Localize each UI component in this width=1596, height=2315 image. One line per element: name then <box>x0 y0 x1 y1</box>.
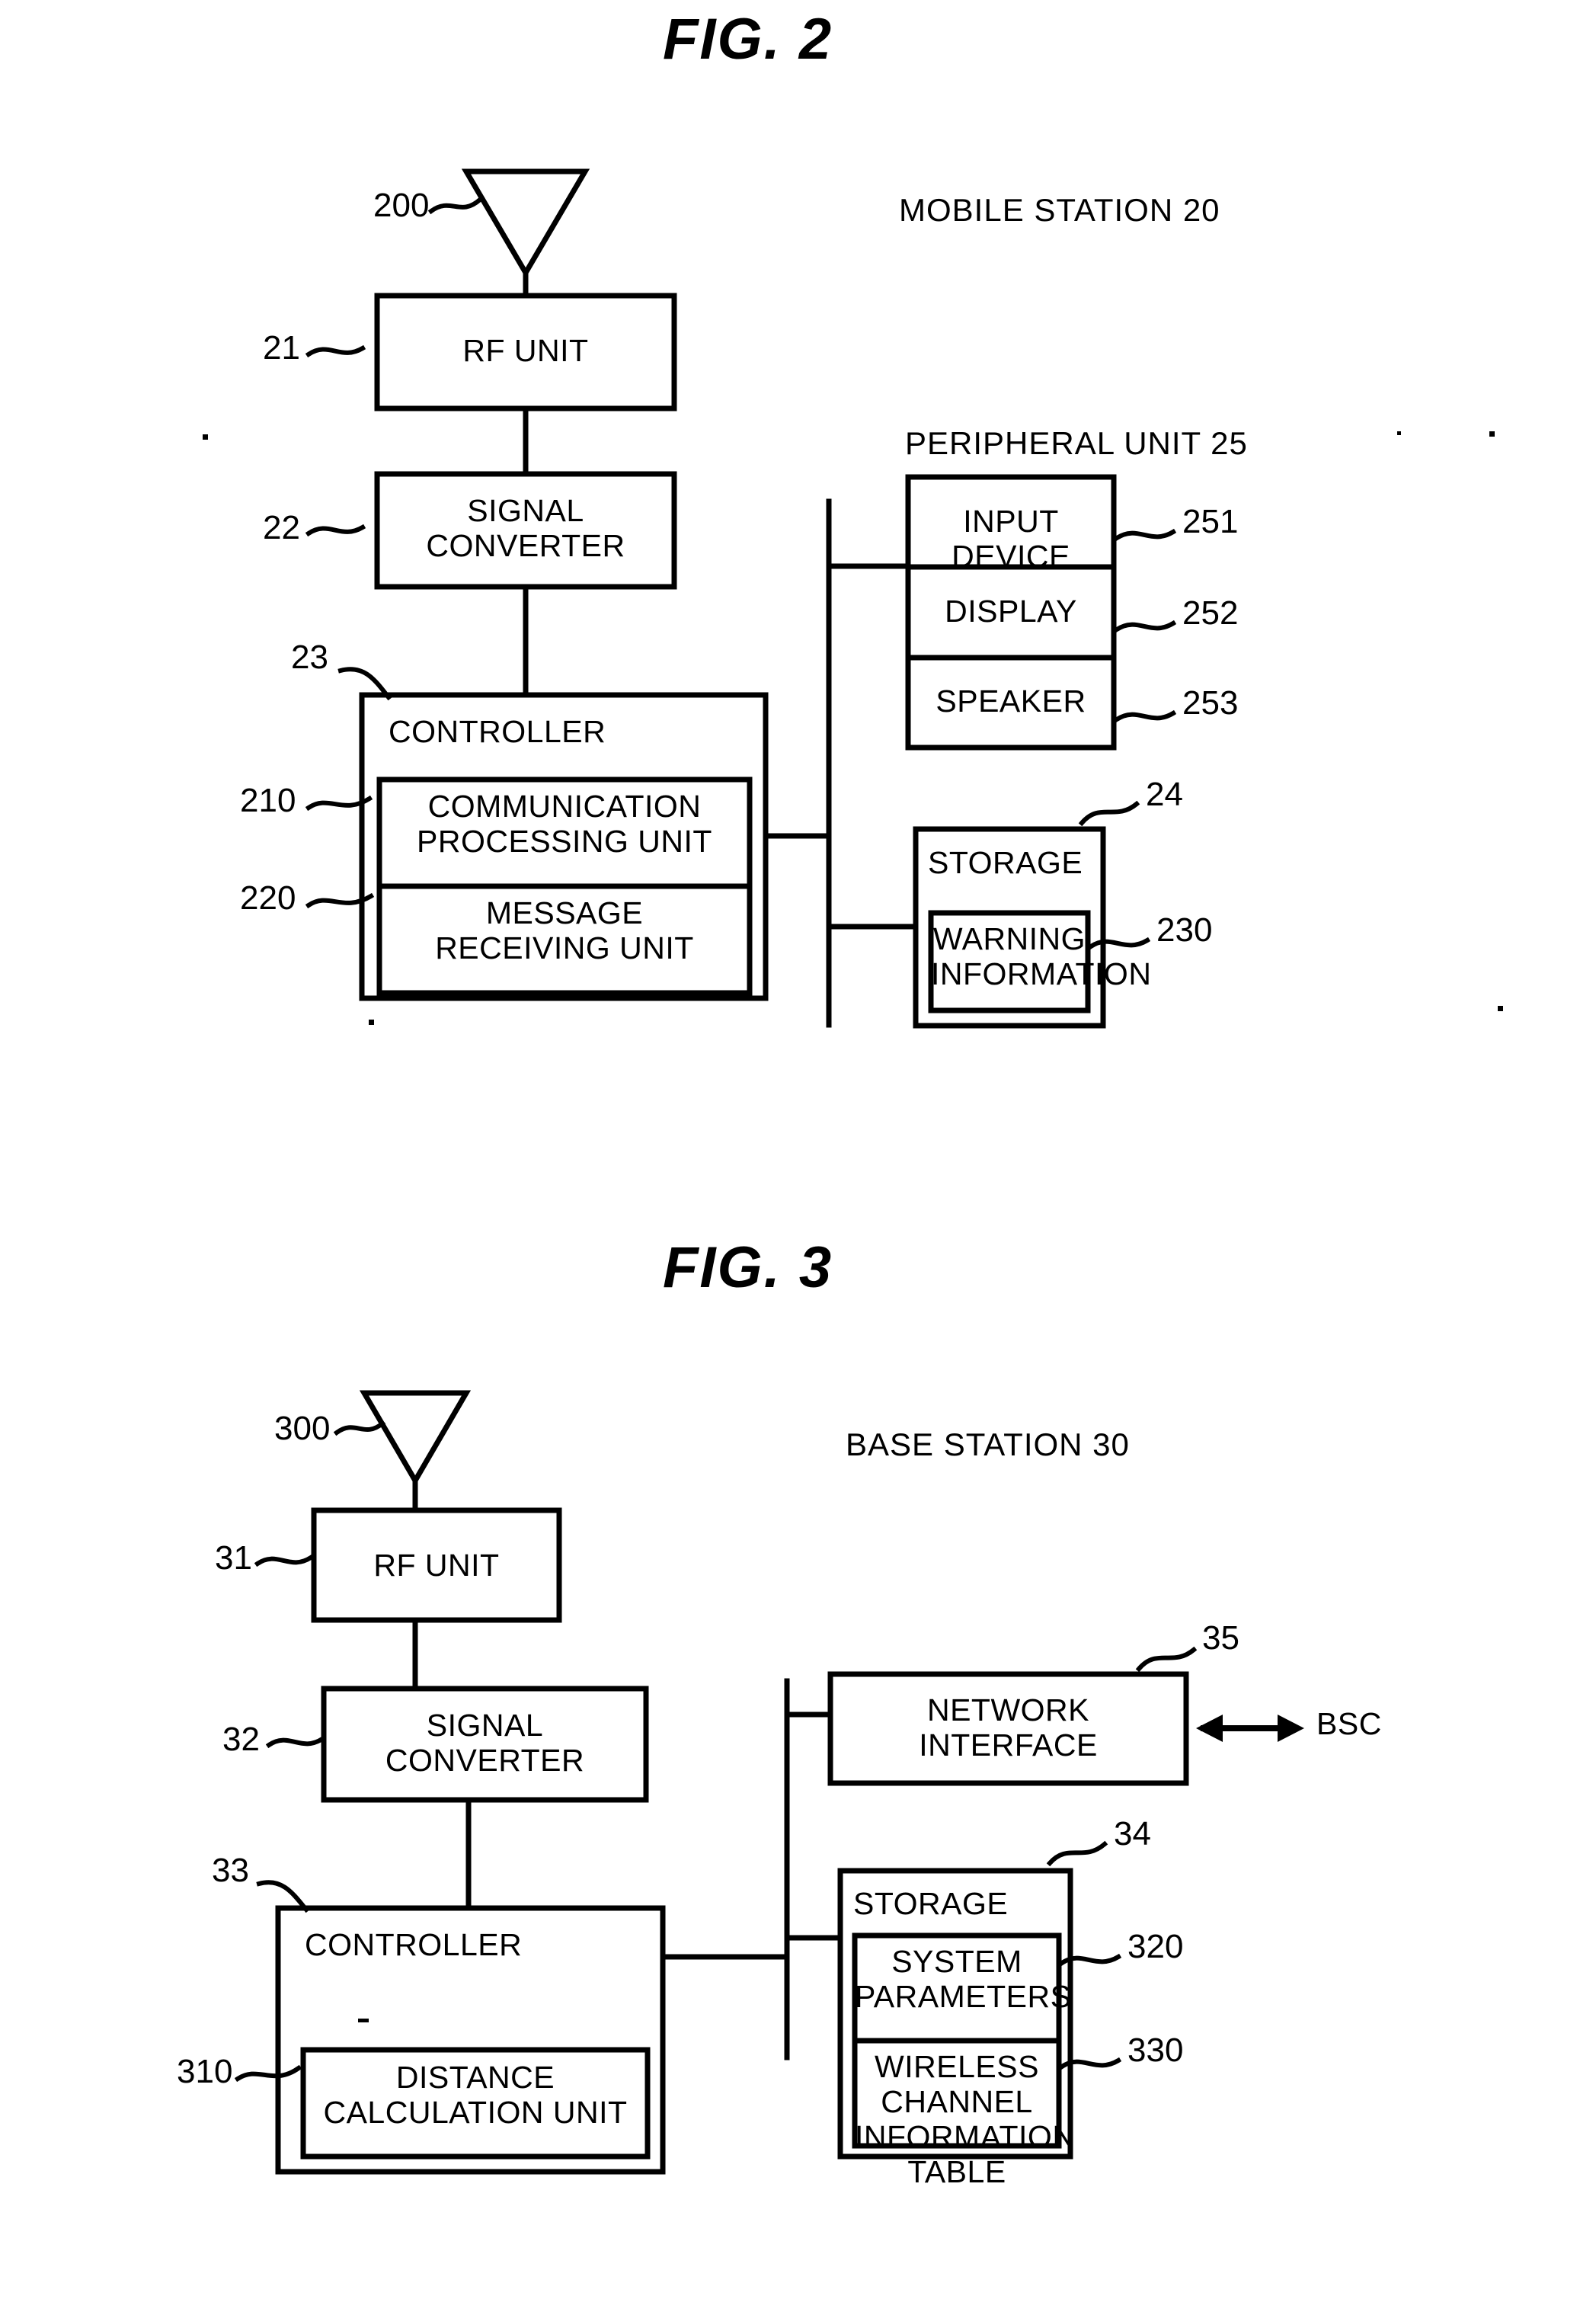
fig2-message-receiving-unit-label: MESSAGE RECEIVING UNIT <box>435 895 694 965</box>
fig2-communication-processing-unit-label: COMMUNICATION PROCESSING UNIT <box>417 789 712 859</box>
fig2-display-label: DISPLAY <box>945 594 1077 629</box>
fig3-rf-unit-label: RF UNIT <box>373 1548 500 1583</box>
fig2-leader-253 <box>1113 709 1177 723</box>
fig3-antenna-symbol <box>359 1390 472 1513</box>
fig3-leader-32 <box>265 1735 326 1749</box>
fig2-warning-information-label: WARNING INFORMATION <box>931 921 1152 991</box>
fig2-ref-display: 252 <box>1182 594 1239 632</box>
fig3-network-interface-label: NETWORK INTERFACE <box>919 1692 1098 1763</box>
fig3-controller-label: CONTROLLER <box>305 1927 523 1962</box>
fig2-speaker-label: SPEAKER <box>936 684 1086 719</box>
fig3-ref-storage: 34 <box>1114 1815 1151 1852</box>
fig3-ref-distance-calculation-unit: 310 <box>177 2053 233 2090</box>
fig2-leader-21 <box>305 344 366 358</box>
fig3-ref-system-parameters: 320 <box>1127 1928 1184 1965</box>
fig2-ref-input-device: 251 <box>1182 503 1239 540</box>
fig3-storage-label: STORAGE <box>853 1886 1009 1921</box>
fig3-section-title: BASE STATION 30 <box>846 1426 1130 1462</box>
fig3-ref-wireless-channel-information-table: 330 <box>1127 2032 1184 2069</box>
fig2-storage-label: STORAGE <box>928 845 1083 880</box>
fig3-system-parameters-label: SYSTEM PARAMETERS <box>855 1944 1072 2014</box>
fig2-rf-unit-label: RF UNIT <box>462 333 589 368</box>
fig3-ref-controller: 33 <box>212 1852 249 1889</box>
fig2-section-title: MOBILE STATION 20 <box>899 192 1220 228</box>
fig2-title: FIG. 2 <box>663 7 833 72</box>
fig2-ref-rf-unit: 21 <box>263 329 300 367</box>
fig2-leader-200 <box>427 196 484 215</box>
fig2-input-device-label: INPUT DEVICE <box>952 504 1070 574</box>
fig2-ref-speaker: 253 <box>1182 684 1239 722</box>
fig3-bsc-label: BSC <box>1316 1706 1382 1741</box>
fig3-leader-34 <box>1046 1840 1108 1867</box>
fig3-ref-signal-converter: 32 <box>222 1721 260 1758</box>
drawing-vector-layer <box>203 168 1503 2175</box>
fig2-ref-signal-converter: 22 <box>263 509 300 546</box>
fig2-ref-message-receiving-unit: 220 <box>240 879 296 917</box>
fig2-ref-antenna: 200 <box>373 187 430 224</box>
fig3-leader-31 <box>254 1554 315 1567</box>
fig3-bsc-arrow <box>1196 1715 1304 1742</box>
fig2-controller-label: CONTROLLER <box>389 714 606 749</box>
fig2-signal-converter-label: SIGNAL CONVERTER <box>426 493 625 563</box>
fig2-ref-warning-information: 230 <box>1156 911 1213 949</box>
fig3-title: FIG. 3 <box>663 1235 833 1300</box>
fig2-leader-252 <box>1113 620 1177 633</box>
fig3-leader-300 <box>333 1420 386 1436</box>
fig2-peripheral-unit-title: PERIPHERAL UNIT 25 <box>905 425 1248 461</box>
fig3-ref-network-interface: 35 <box>1202 1619 1239 1657</box>
fig3-signal-converter-label: SIGNAL CONVERTER <box>385 1708 585 1778</box>
fig2-ref-controller: 23 <box>291 639 328 676</box>
fig3-ref-rf-unit: 31 <box>215 1539 252 1577</box>
fig2-leader-230 <box>1087 937 1151 950</box>
patent-drawing-sheet: FIG. 2 MOBILE STATION 20 200 21 22 23 21… <box>0 0 1596 2315</box>
fig2-ref-storage: 24 <box>1146 776 1183 813</box>
fig2-ref-communication-processing-unit: 210 <box>240 782 296 819</box>
fig3-wireless-channel-information-table-label: WIRELESS CHANNEL INFORMATION TABLE <box>855 2049 1076 2189</box>
fig2-antenna-symbol <box>461 168 590 299</box>
fig2-leader-251 <box>1113 528 1177 542</box>
fig3-distance-calculation-unit-label: DISTANCE CALCULATION UNIT <box>323 2060 628 2130</box>
fig2-leader-22 <box>305 524 366 537</box>
fig3-ref-antenna: 300 <box>274 1410 331 1447</box>
fig2-leader-24 <box>1078 800 1140 827</box>
fig3-leader-35 <box>1135 1646 1198 1673</box>
fig3-leader-310 <box>234 2064 302 2083</box>
